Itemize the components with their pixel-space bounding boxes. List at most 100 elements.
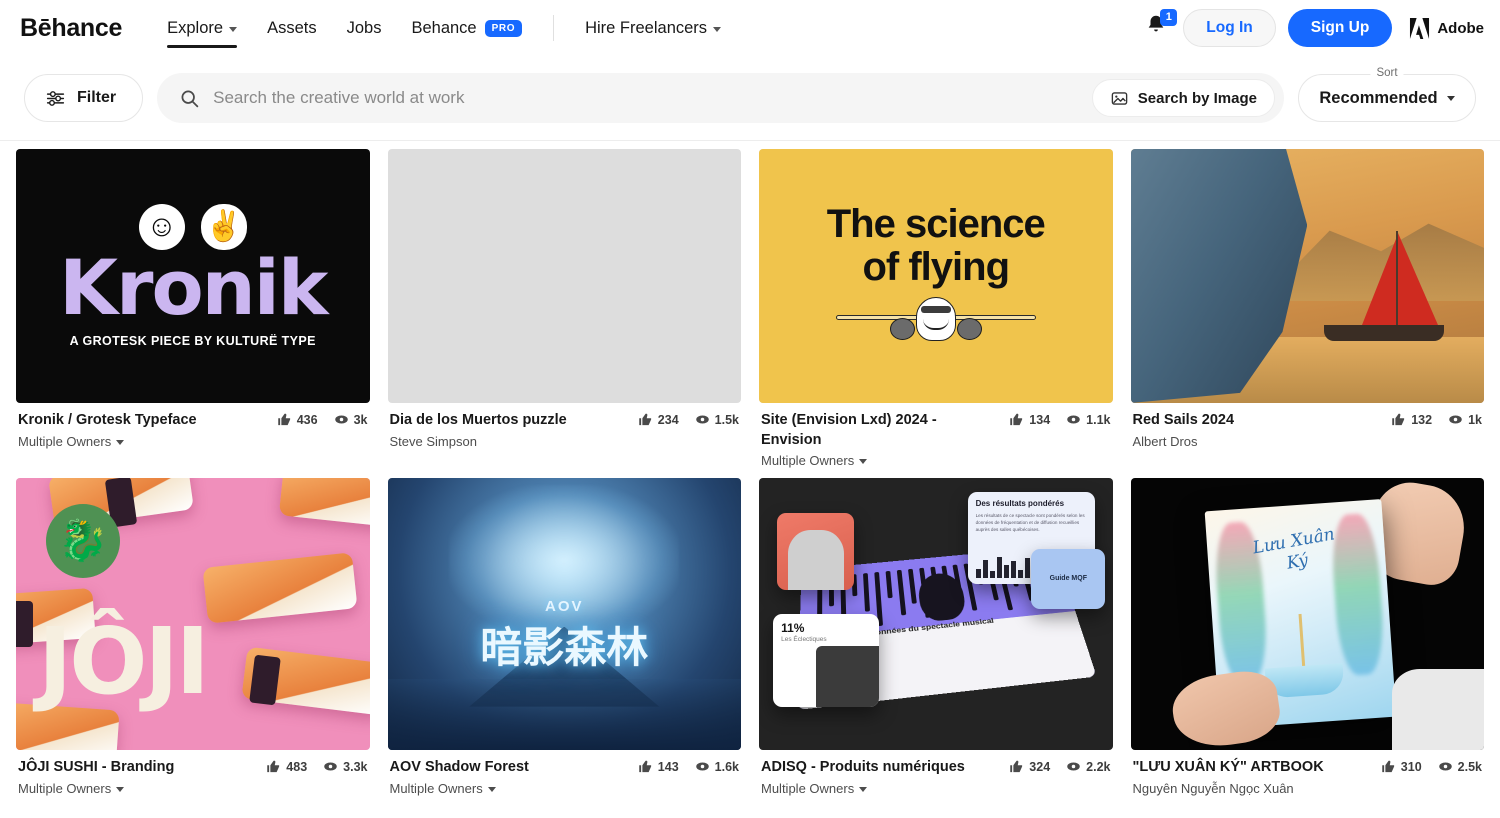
project-owner-label: Multiple Owners (389, 780, 483, 796)
adobe-label: Adobe (1437, 19, 1484, 37)
project-title[interactable]: "LƯU XUÂN KÝ" ARTBOOK (1133, 758, 1371, 778)
artbook-artwork: Lưu Xuân Ký (1130, 478, 1484, 751)
like-count: 483 (286, 759, 308, 774)
login-button[interactable]: Log In (1183, 9, 1276, 47)
joji-wordmark: JÔJI (38, 608, 210, 716)
project-card: AOV 暗影森林 AOV Shadow Forest Multiple Owne… (387, 478, 742, 796)
sort-dropdown[interactable]: Sort Recommended (1298, 67, 1476, 122)
project-thumbnail[interactable]: Lưu Xuân Ký (1130, 478, 1484, 751)
aov-shadow-forest-artwork: AOV 暗影森林 (387, 478, 741, 751)
project-owner-label: Steve Simpson (389, 433, 477, 449)
like-icon (1392, 413, 1405, 426)
nav-item-explore[interactable]: Explore (152, 0, 252, 56)
view-icon (1438, 762, 1452, 771)
nav-item-hire-freelancers[interactable]: Hire Freelancers (570, 0, 736, 56)
like-icon (277, 413, 290, 426)
project-stats: 436 3k (277, 411, 368, 449)
project-title[interactable]: JÔJI SUSHI - Branding (18, 758, 256, 778)
search-input[interactable]: Search the creative world at work Search… (157, 73, 1284, 123)
adisq-results-body: Les résultats de ce spectacle sont pondé… (975, 512, 1085, 532)
notifications-button[interactable]: 1 (1145, 9, 1178, 43)
project-owner[interactable]: Multiple Owners (761, 453, 999, 468)
nav-item-label: Assets (267, 18, 317, 37)
filter-button[interactable]: Filter (24, 74, 144, 122)
search-by-image-button[interactable]: Search by Image (1091, 79, 1275, 117)
adisq-portrait-card (776, 513, 855, 590)
project-title[interactable]: ADISQ - Produits numériques (761, 758, 999, 778)
project-owner[interactable]: Multiple Owners (390, 781, 628, 796)
view-count: 1.6k (714, 759, 739, 774)
project-owner[interactable]: Nguyên Nguyễn Ngọc Xuân (1133, 781, 1371, 796)
sort-field-label: Sort (1370, 67, 1404, 79)
like-count: 234 (657, 412, 679, 427)
like-stat: 134 (1009, 412, 1050, 427)
adobe-link[interactable]: Adobe (1408, 17, 1484, 39)
view-count: 3.3k (343, 759, 368, 774)
nav-item-label: Behance (411, 18, 477, 37)
signup-button[interactable]: Sign Up (1287, 9, 1393, 47)
view-stat: 1.1k (1066, 412, 1111, 427)
view-count: 2.2k (1086, 759, 1111, 774)
project-title[interactable]: Red Sails 2024 (1133, 411, 1382, 431)
project-title[interactable]: AOV Shadow Forest (390, 758, 628, 778)
project-card: ☺ ✌ Kronik A GROTESK PIECE BY KULTURË TY… (16, 149, 370, 468)
behance-logo[interactable]: Bēhance (20, 14, 122, 43)
adisq-guide-card: Guide MQF (1031, 548, 1106, 609)
project-meta: Dia de los Muertos puzzle Steve Simpson … (388, 403, 742, 449)
nav-item-label: Explore (167, 18, 224, 37)
project-grid: ☺ ✌ Kronik A GROTESK PIECE BY KULTURË TY… (0, 141, 1500, 796)
filter-icon (46, 90, 65, 106)
header-actions: 1 Log In Sign Up Adobe (1145, 9, 1484, 47)
project-card: Lưu Xuân Ký "LƯU XUÂN KÝ" ARTBOOK Nguyên… (1130, 478, 1484, 796)
like-stat: 143 (638, 759, 679, 774)
view-stat: 2.2k (1066, 759, 1111, 774)
project-stats: 310 2.5k (1381, 758, 1482, 796)
project-thumbnail[interactable]: ☺ ✌ Kronik A GROTESK PIECE BY KULTURË TY… (16, 149, 370, 403)
view-count: 2.5k (1457, 759, 1482, 774)
project-title[interactable]: Kronik / Grotesk Typeface (18, 411, 267, 431)
nav-item-behance-pro[interactable]: Behance PRO (396, 0, 537, 56)
nav-item-assets[interactable]: Assets (252, 0, 332, 56)
view-icon (695, 415, 709, 424)
project-owner-label: Multiple Owners (761, 453, 855, 469)
adisq-stat-card: 11% Les Éclectiques (773, 614, 880, 707)
project-meta: Kronik / Grotesk Typeface Multiple Owner… (16, 403, 370, 449)
project-thumbnail[interactable] (387, 149, 741, 403)
project-card: The science of flying Site (Envision Lxd… (759, 149, 1113, 468)
like-icon (639, 760, 651, 773)
project-owner[interactable]: Albert Dros (1133, 434, 1382, 449)
project-stats: 134 1.1k (1009, 411, 1111, 468)
project-owner[interactable]: Multiple Owners (761, 781, 999, 796)
project-owner[interactable]: Steve Simpson (390, 434, 628, 449)
project-thumbnail[interactable]: The science of flying (759, 149, 1113, 403)
project-thumbnail[interactable]: AOV 暗影森林 (387, 478, 741, 751)
red-sails-artwork (1130, 149, 1484, 403)
artwork-headline-line1: The science (826, 201, 1046, 246)
view-stat: 1k (1448, 412, 1482, 427)
hand-bottom (1168, 666, 1284, 751)
view-count: 3k (353, 412, 368, 427)
project-owner[interactable]: Multiple Owners (18, 781, 256, 796)
like-icon (267, 760, 280, 773)
view-stat: 1.6k (695, 759, 739, 774)
project-owner[interactable]: Multiple Owners (18, 434, 267, 449)
project-card: 🐉 JÔJI JÔJI SUSHI - Branding Multiple Ow… (16, 478, 370, 796)
project-title[interactable]: Dia de los Muertos puzzle (390, 411, 628, 431)
adisq-stat-number: 11% (781, 621, 805, 636)
project-card: Dia de los Muertos puzzle Steve Simpson … (387, 149, 742, 468)
like-stat: 234 (638, 412, 679, 427)
project-meta: AOV Shadow Forest Multiple Owners 143 1.… (388, 750, 742, 796)
nav-item-label: Jobs (346, 18, 382, 37)
view-count: 1.1k (1086, 412, 1111, 427)
project-thumbnail[interactable] (1130, 149, 1484, 403)
artwork-headline-line2: of flying (862, 245, 1010, 289)
adisq-stat-label: Les Éclectiques (781, 636, 827, 644)
like-icon (1010, 413, 1023, 426)
project-title[interactable]: Site (Envision Lxd) 2024 - Envision (761, 411, 999, 450)
project-thumbnail[interactable]: Espace de données du spectacle musical q… (759, 478, 1113, 751)
project-owner-label: Multiple Owners (761, 780, 855, 796)
view-icon (1449, 415, 1462, 424)
search-input-placeholder: Search the creative world at work (213, 88, 465, 107)
project-thumbnail[interactable]: 🐉 JÔJI (16, 478, 370, 751)
nav-item-jobs[interactable]: Jobs (332, 0, 397, 56)
